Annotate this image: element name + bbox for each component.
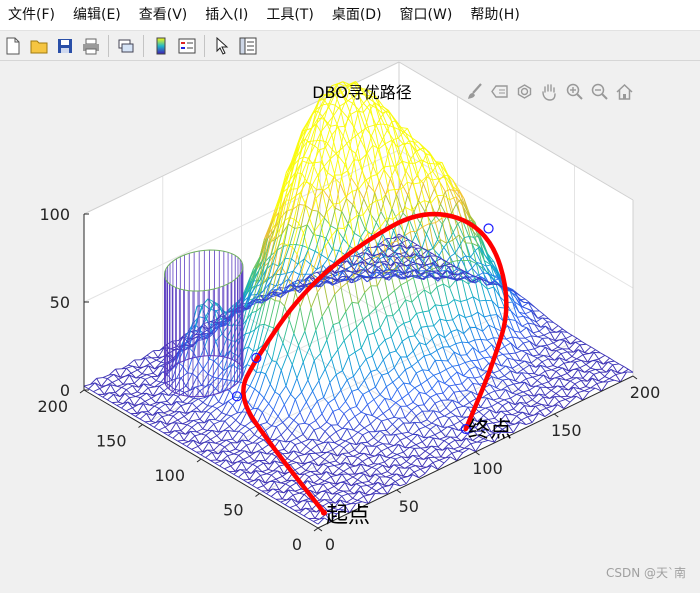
menu-insert[interactable]: 插入(I) (196, 0, 257, 30)
surface-mesh-line (421, 447, 427, 448)
surface-mesh-line (208, 406, 213, 407)
new-file-icon[interactable] (2, 35, 24, 57)
surface-mesh-line (359, 473, 364, 474)
surface-mesh-line (175, 411, 180, 412)
figure-area: 050100150200050100150200050100起点终点 DBO寻优… (0, 61, 700, 589)
surface-mesh-line (501, 390, 506, 391)
surface-mesh-line (404, 143, 410, 144)
surface-mesh-line (522, 350, 528, 351)
surface-mesh-line (462, 342, 468, 343)
surface-mesh-line (332, 250, 338, 251)
toolbar-separator (108, 35, 109, 57)
open-folder-icon[interactable] (28, 35, 50, 57)
surface-mesh-line (424, 437, 429, 438)
surface-mesh-line (338, 126, 344, 127)
surface-mesh-line (580, 344, 586, 345)
surface-mesh-line (503, 354, 509, 355)
menu-window[interactable]: 窗口(W) (391, 0, 462, 30)
plot-canvas[interactable]: 050100150200050100150200050100起点终点 (0, 61, 700, 589)
link-plot-icon[interactable] (115, 35, 137, 57)
surface-mesh-line (427, 326, 433, 327)
surface-mesh-line (171, 423, 176, 424)
surface-mesh-line (286, 441, 291, 442)
surface-mesh-line (275, 301, 280, 302)
surface-mesh-line (429, 411, 434, 412)
menu-edit[interactable]: 编辑(E) (64, 0, 130, 30)
surface-mesh-line (548, 406, 553, 407)
surface-mesh-line (392, 474, 397, 475)
toolbar-separator (204, 35, 205, 57)
legend-icon[interactable] (176, 35, 198, 57)
menu-file[interactable]: 文件(F) (0, 0, 64, 30)
surface-mesh-line (300, 474, 305, 475)
surface-mesh-line (369, 264, 374, 265)
surface-mesh-line (287, 480, 292, 481)
toolbar-separator (143, 35, 144, 57)
menu-desktop[interactable]: 桌面(D) (323, 0, 391, 30)
surface-mesh-line (142, 393, 147, 394)
surface-mesh-line (482, 371, 487, 372)
surface-mesh-line (122, 368, 127, 369)
surface-mesh-line (486, 300, 492, 301)
surface-mesh-line (178, 440, 184, 441)
menu-bar: 文件(F) 编辑(E) 查看(V) 插入(I) 工具(T) 桌面(D) 窗口(W… (0, 0, 700, 30)
surface-mesh-line (189, 420, 194, 421)
surface-mesh-line (498, 307, 504, 308)
surface-mesh-line (145, 421, 151, 422)
menu-tools[interactable]: 工具(T) (257, 0, 322, 30)
surface-mesh-line (112, 402, 118, 403)
pointer-icon[interactable] (211, 35, 233, 57)
surface-mesh-line (479, 300, 485, 301)
surface-mesh-line (234, 397, 239, 398)
surface-mesh-line (517, 373, 522, 374)
menu-view[interactable]: 查看(V) (130, 0, 197, 30)
surface-mesh-line (460, 355, 466, 356)
print-icon[interactable] (80, 35, 102, 57)
surface-mesh-line (428, 163, 434, 164)
property-inspector-icon[interactable] (237, 35, 259, 57)
save-icon[interactable] (54, 35, 76, 57)
figure-toolbar (0, 30, 700, 61)
colorbar-icon[interactable] (150, 35, 172, 57)
surface-mesh-line (210, 460, 216, 461)
surface-mesh-line (136, 377, 141, 378)
surface-mesh-line (297, 173, 302, 174)
surface-mesh-line (194, 398, 199, 399)
menu-help[interactable]: 帮助(H) (461, 0, 528, 30)
